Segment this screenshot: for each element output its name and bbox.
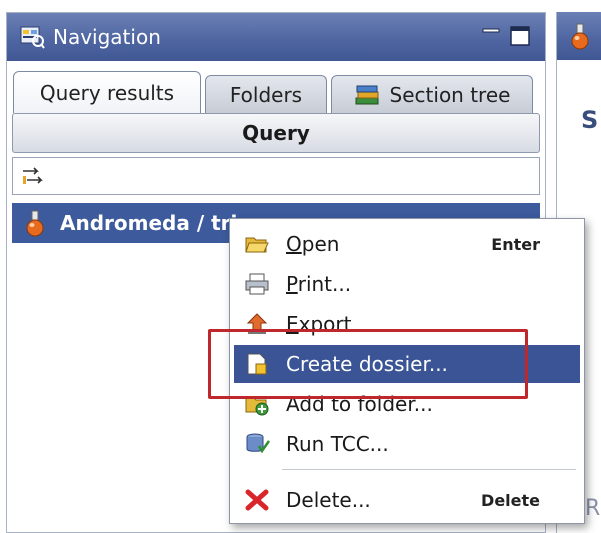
query-label: Query	[242, 121, 310, 145]
tab-query-results[interactable]: Query results	[13, 71, 201, 113]
filter-row[interactable]	[12, 157, 540, 195]
query-button[interactable]: Query	[12, 113, 540, 153]
tab-label: Query results	[39, 80, 175, 105]
editor-header	[557, 12, 601, 60]
filter-arrows-icon[interactable]	[21, 166, 45, 186]
accelerator-label: Enter	[491, 235, 540, 254]
menu-item-open[interactable]: Open Enter	[234, 225, 580, 263]
menu-label: Run TCC...	[286, 432, 389, 456]
menu-label: Delete...	[286, 488, 371, 512]
mnemonic: O	[286, 232, 302, 256]
tab-label: Folders	[229, 82, 303, 107]
result-label: Andromeda / tri	[60, 211, 238, 235]
run-tcc-icon	[246, 433, 270, 454]
minimize-icon[interactable]	[481, 25, 501, 45]
mnemonic: P	[286, 272, 298, 296]
maximize-icon[interactable]	[509, 25, 531, 47]
folder-open-icon	[245, 237, 269, 253]
menu-item-delete[interactable]: Delete... Delete	[234, 481, 580, 519]
menu-separator	[282, 469, 576, 470]
books-icon	[355, 85, 379, 104]
menu-item-print[interactable]: Print...	[234, 265, 580, 303]
highlight-annotation	[208, 329, 528, 399]
menu-label: pen	[301, 232, 340, 256]
tab-folders[interactable]: Folders	[205, 75, 327, 113]
flask-icon	[571, 23, 589, 50]
editor-heading-fragment: S	[581, 106, 599, 134]
navigation-tabs: Query results Folders Section tree	[13, 71, 543, 113]
navigation-icon	[20, 26, 45, 49]
menu-item-run-tcc[interactable]: Run TCC...	[234, 425, 580, 463]
editor-text-fragment: R	[585, 496, 601, 521]
tab-label: Section tree	[389, 82, 511, 107]
accelerator-label: Delete	[481, 491, 540, 510]
flask-icon	[26, 210, 44, 237]
navigation-title: Navigation	[53, 25, 161, 49]
menu-label: rint...	[297, 272, 352, 296]
tab-section-tree[interactable]: Section tree	[331, 75, 533, 113]
delete-icon	[245, 489, 269, 511]
navigation-header: Navigation	[7, 13, 545, 61]
printer-icon	[245, 273, 269, 295]
